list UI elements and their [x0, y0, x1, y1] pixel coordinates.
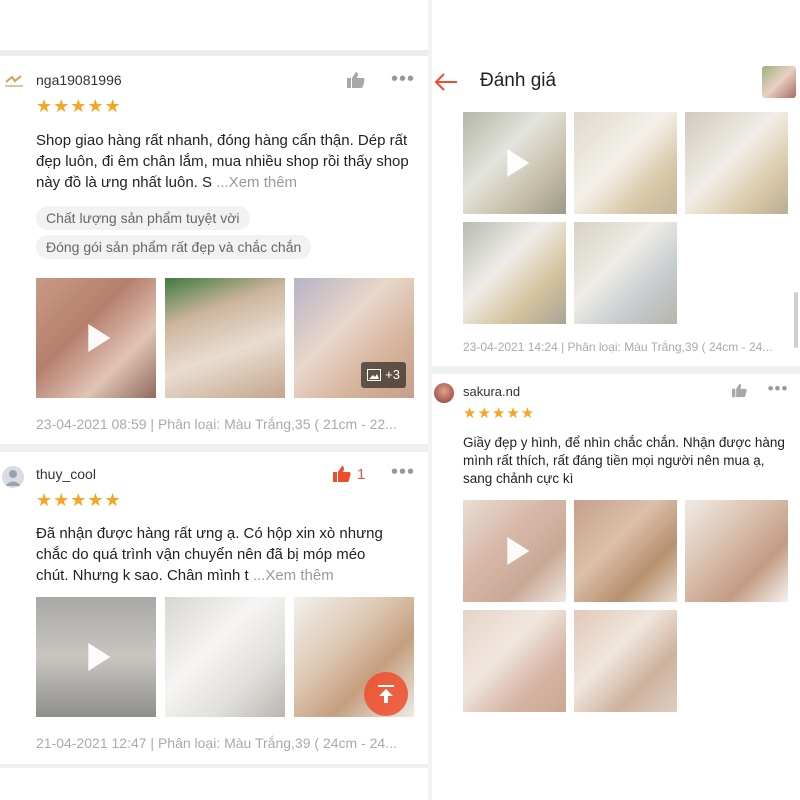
review-meta: 21-04-2021 12:47 | Phân loại: Màu Trắng,…: [36, 735, 397, 751]
section-divider: [432, 366, 800, 374]
rating-stars: ★★★★★: [36, 96, 122, 116]
top-divider: [0, 50, 428, 56]
review-video-thumbnail[interactable]: [463, 112, 566, 214]
product-thumbnail[interactable]: [762, 66, 796, 98]
see-more-link[interactable]: ...Xem thêm: [216, 174, 297, 191]
review-photo[interactable]: [463, 222, 566, 324]
like-count: 1: [357, 466, 366, 483]
like-button[interactable]: [728, 380, 750, 400]
review-photo[interactable]: [574, 112, 677, 214]
review-photo[interactable]: [463, 610, 566, 712]
more-options-icon[interactable]: •••: [390, 462, 416, 482]
review-text: Đã nhận được hàng rất ưng ạ. Có hộp xin …: [36, 523, 396, 586]
more-options-icon[interactable]: •••: [390, 69, 416, 89]
thumbs-up-icon: [731, 383, 747, 397]
section-divider: [0, 764, 428, 768]
thumbs-up-icon: [333, 466, 351, 482]
rating-stars: ★★★★★: [463, 405, 536, 422]
like-button[interactable]: [330, 463, 354, 485]
review-tag: Chất lượng sản phẩm tuyệt vời: [36, 206, 250, 230]
more-photos-badge[interactable]: +3: [361, 362, 406, 388]
section-divider: [0, 444, 428, 452]
review-text: Shop giao hàng rất nhanh, đóng hàng cẩn …: [36, 130, 414, 193]
back-button[interactable]: [432, 68, 460, 96]
review-photo[interactable]: [574, 610, 677, 712]
review-tag: Đóng gói sản phẩm rất đẹp và chắc chắn: [36, 235, 312, 259]
play-icon: [506, 537, 529, 565]
review-photo[interactable]: [685, 500, 788, 602]
left-review-panel: nga19081996 ••• ★★★★★ Shop giao hàng rất…: [0, 0, 428, 800]
review-photo[interactable]: [165, 597, 285, 717]
more-options-icon[interactable]: •••: [766, 380, 790, 397]
page-title: Đánh giá: [480, 70, 557, 91]
avatar[interactable]: [434, 383, 454, 403]
more-photos-count: +3: [385, 367, 400, 382]
thumbs-up-icon: [347, 72, 365, 88]
review-video-thumbnail[interactable]: [36, 597, 156, 717]
review-photo[interactable]: [685, 112, 788, 214]
arrow-left-icon: [434, 73, 457, 91]
play-icon: [88, 324, 111, 352]
review-photo[interactable]: [165, 278, 285, 398]
reviewer-username: sakura.nd: [463, 384, 521, 399]
default-user-icon: [5, 470, 21, 486]
review-meta: 23-04-2021 14:24 | Phân loại: Màu Trắng,…: [463, 340, 773, 354]
rating-stars: ★★★★★: [36, 490, 122, 510]
scrollbar[interactable]: [794, 292, 798, 348]
like-button[interactable]: [344, 69, 368, 91]
reviewer-username: thuy_cool: [36, 466, 96, 482]
review-video-thumbnail[interactable]: [36, 278, 156, 398]
review-photo[interactable]: [574, 500, 677, 602]
arrow-up-icon: [378, 685, 394, 703]
review-video-thumbnail[interactable]: [463, 500, 566, 602]
review-meta: 23-04-2021 08:59 | Phân loại: Màu Trắng,…: [36, 416, 397, 432]
see-more-link[interactable]: ...Xem thêm: [253, 567, 334, 584]
image-icon: [367, 369, 382, 381]
avatar[interactable]: [2, 466, 24, 488]
review-text: Giầy đẹp y hình, để nhìn chắc chắn. Nhận…: [463, 435, 785, 486]
reviewer-username: nga19081996: [36, 72, 122, 88]
play-icon: [506, 149, 529, 177]
back-to-top-button[interactable]: [364, 672, 408, 716]
review-photo[interactable]: +3: [294, 278, 414, 398]
right-review-panel: Đánh giá 23-04-2021 14:24 | Phân loại: M…: [432, 0, 800, 800]
play-icon: [88, 643, 111, 671]
review-photo[interactable]: [574, 222, 677, 324]
avatar[interactable]: [3, 70, 25, 92]
